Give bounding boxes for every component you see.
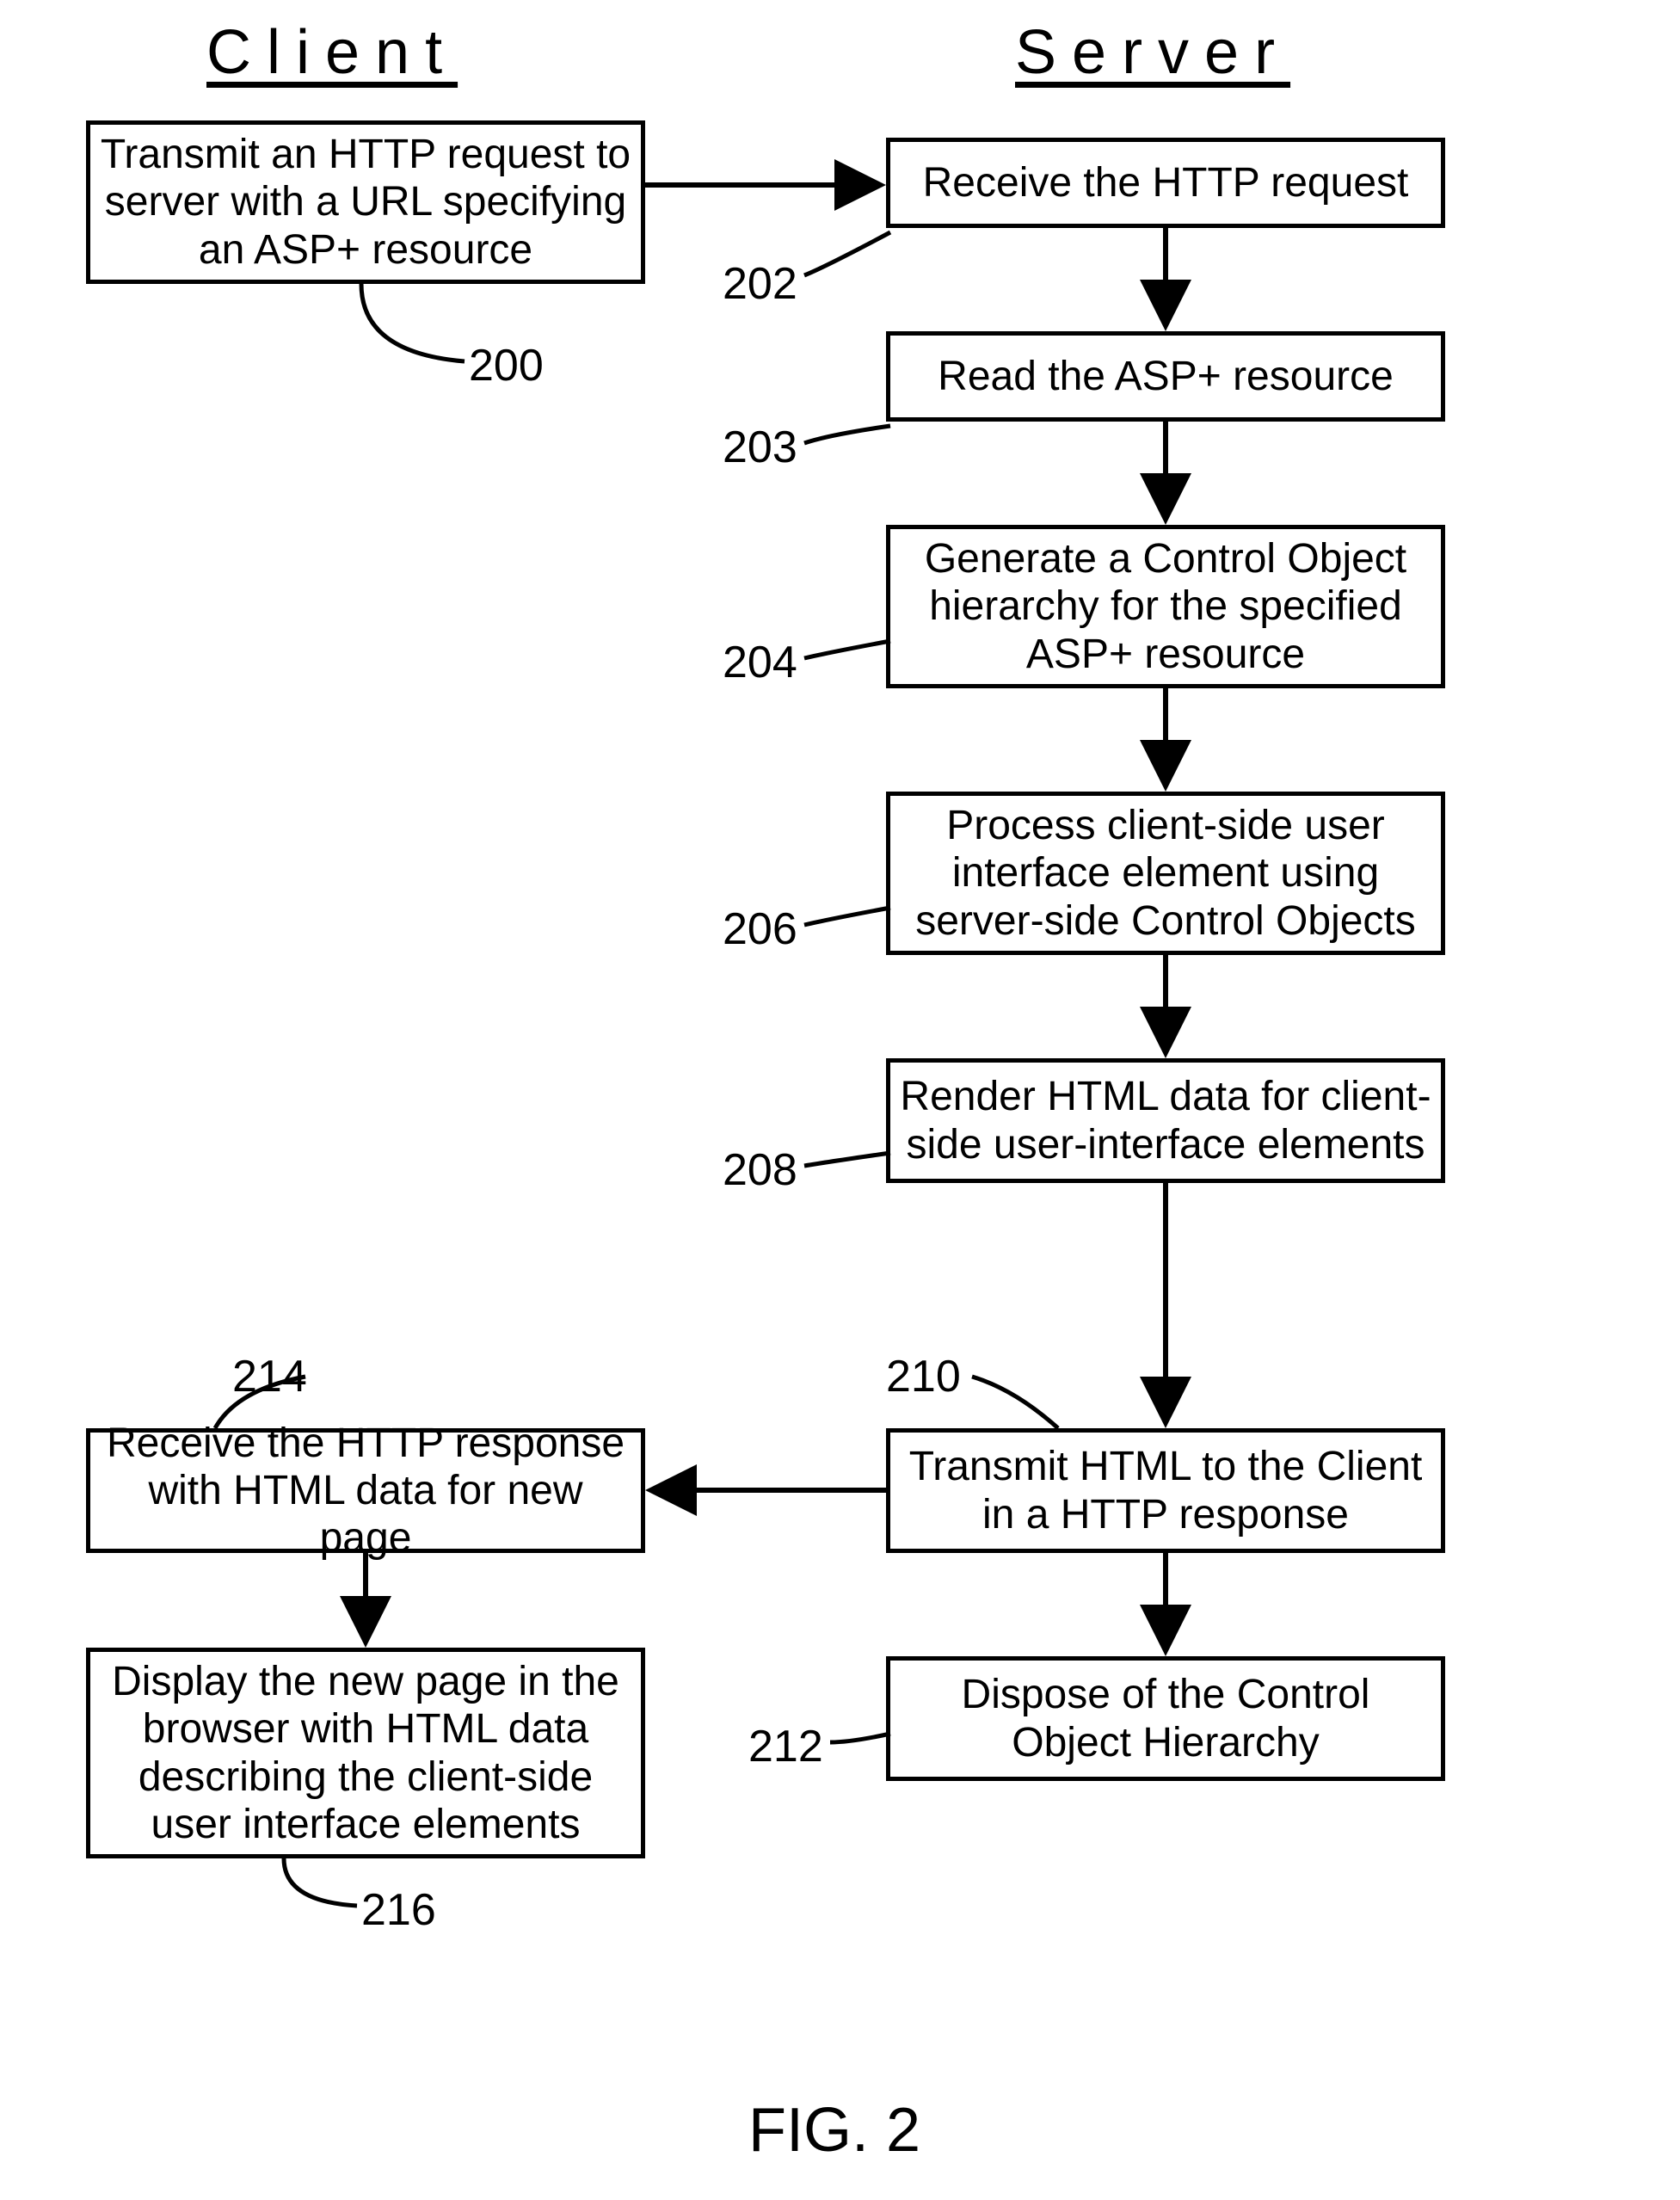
box-204: Generate a Control Object hierarchy for …: [886, 525, 1445, 688]
leader-210: [972, 1377, 1058, 1428]
ref-200: 200: [469, 340, 544, 391]
ref-202: 202: [723, 258, 797, 310]
box-206-label: Process client-side user interface eleme…: [890, 802, 1441, 945]
leader-200: [361, 284, 465, 361]
ref-214: 214: [232, 1351, 307, 1402]
box-203-label: Read the ASP+ resource: [890, 353, 1441, 400]
ref-204: 204: [723, 637, 797, 688]
leader-203: [804, 426, 890, 443]
box-200-label: Transmit an HTTP request to server with …: [90, 131, 641, 274]
ref-203: 203: [723, 422, 797, 473]
box-210: Transmit HTML to the Client in a HTTP re…: [886, 1428, 1445, 1553]
figure-stage: Client Server Transmit an HTTP request t…: [0, 0, 1680, 2200]
header-server: Server: [1015, 17, 1290, 88]
box-212: Dispose of the Control Object Hierarchy: [886, 1656, 1445, 1781]
box-216: Display the new page in the browser with…: [86, 1648, 645, 1858]
leader-206: [804, 908, 890, 925]
box-202-label: Receive the HTTP request: [890, 159, 1441, 206]
ref-216: 216: [361, 1884, 436, 1936]
leader-216: [284, 1858, 357, 1906]
ref-208: 208: [723, 1144, 797, 1196]
box-208: Render HTML data for client-side user-in…: [886, 1058, 1445, 1183]
box-203: Read the ASP+ resource: [886, 331, 1445, 422]
leader-204: [804, 641, 890, 658]
box-214: Receive the HTTP response with HTML data…: [86, 1428, 645, 1553]
box-204-label: Generate a Control Object hierarchy for …: [890, 535, 1441, 678]
box-214-label: Receive the HTTP response with HTML data…: [90, 1420, 641, 1562]
header-client: Client: [206, 17, 458, 88]
ref-206: 206: [723, 903, 797, 955]
ref-212: 212: [748, 1721, 823, 1772]
leader-212: [830, 1734, 890, 1742]
leader-208: [804, 1153, 890, 1166]
box-202: Receive the HTTP request: [886, 138, 1445, 228]
box-216-label: Display the new page in the browser with…: [90, 1658, 641, 1848]
box-206: Process client-side user interface eleme…: [886, 792, 1445, 955]
box-208-label: Render HTML data for client-side user-in…: [890, 1073, 1441, 1168]
leader-202: [804, 232, 890, 275]
box-212-label: Dispose of the Control Object Hierarchy: [890, 1671, 1441, 1766]
box-210-label: Transmit HTML to the Client in a HTTP re…: [890, 1443, 1441, 1538]
ref-210: 210: [886, 1351, 961, 1402]
box-200: Transmit an HTTP request to server with …: [86, 120, 645, 284]
figure-caption: FIG. 2: [748, 2095, 920, 2166]
